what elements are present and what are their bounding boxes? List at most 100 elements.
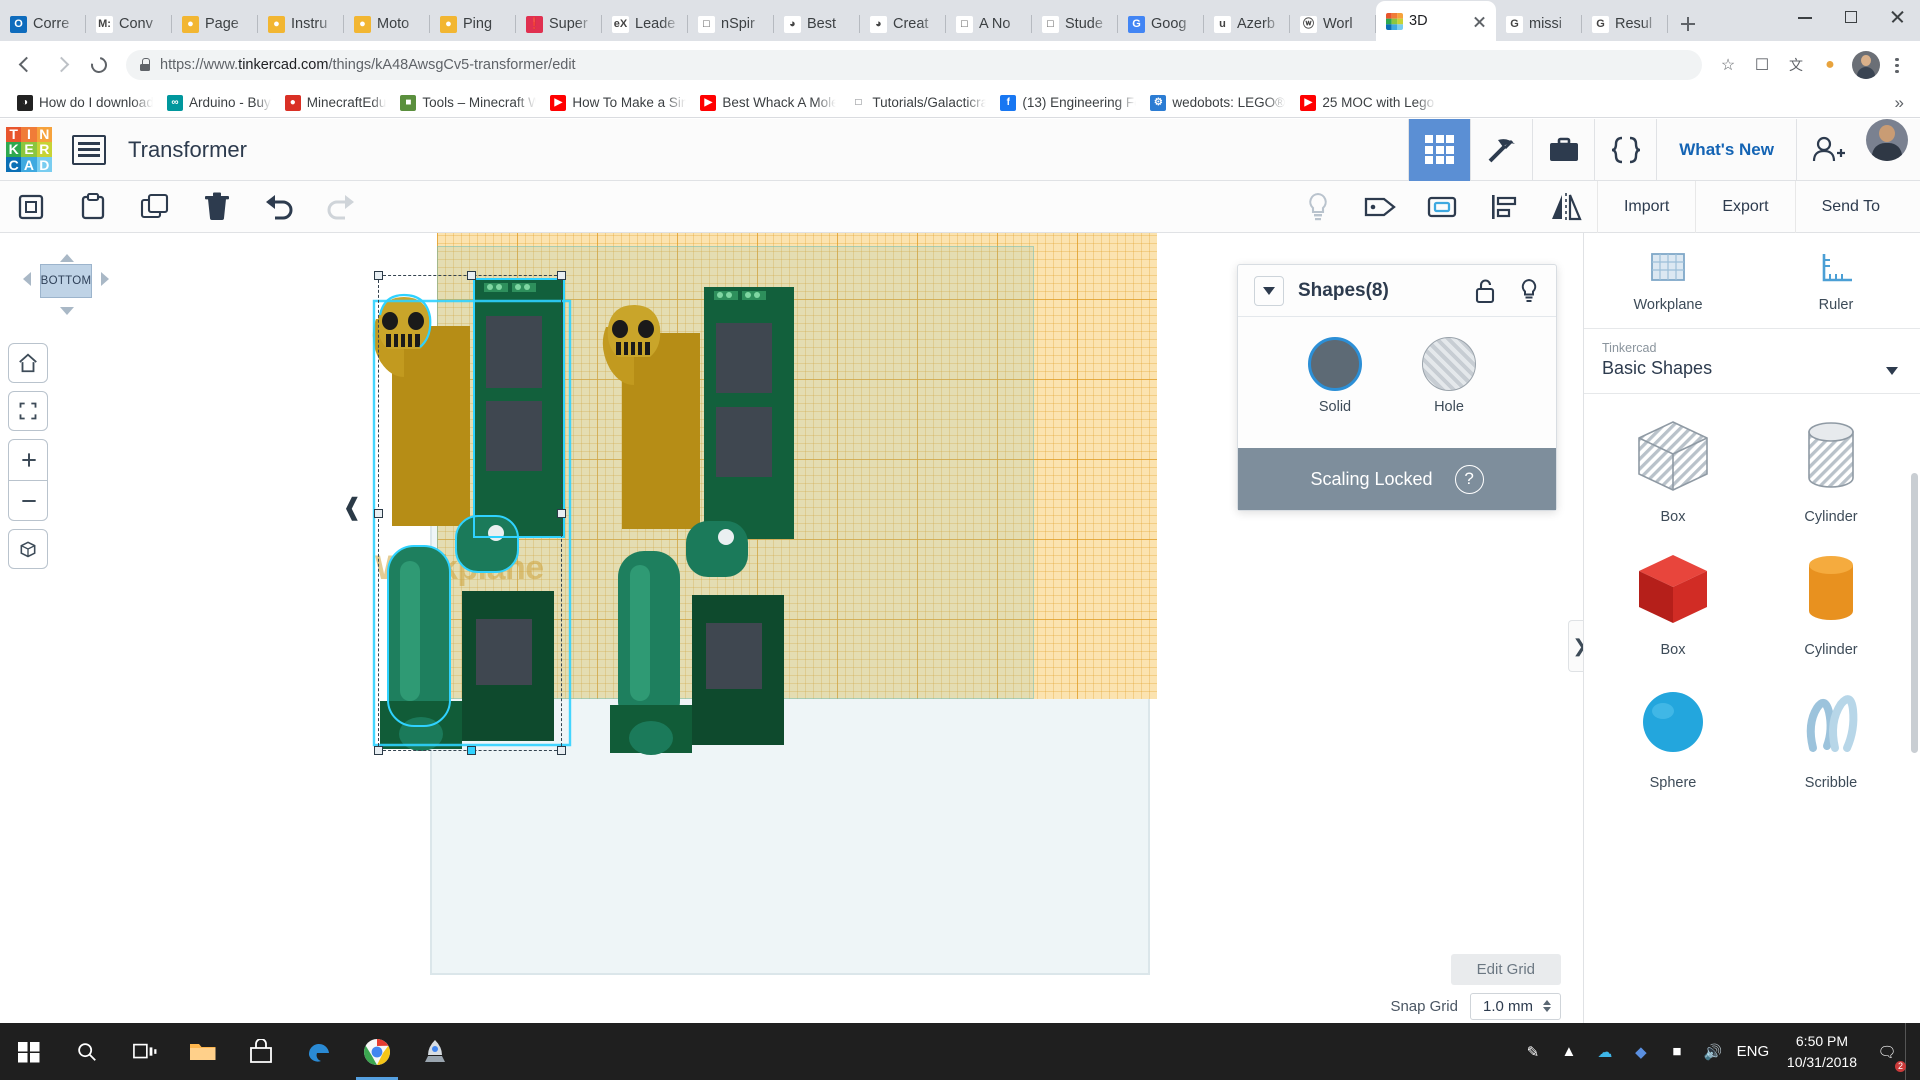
bookmark-item[interactable]: ◑ How do I download a bbox=[10, 93, 160, 113]
export-button[interactable]: Export bbox=[1695, 180, 1794, 233]
shape-library-item[interactable]: Sphere bbox=[1594, 678, 1752, 791]
browser-tab-active[interactable]: 3D bbox=[1376, 1, 1496, 41]
browser-tab[interactable]: ● Instru bbox=[258, 7, 344, 41]
browser-tab[interactable]: eX Leade bbox=[602, 7, 688, 41]
task-view-button[interactable] bbox=[116, 1023, 174, 1080]
resize-handle-ml[interactable] bbox=[374, 509, 383, 518]
help-icon[interactable]: ? bbox=[1454, 464, 1484, 494]
hole-option[interactable]: Hole bbox=[1422, 337, 1476, 415]
tinkercad-logo[interactable]: TINKERCAD bbox=[6, 126, 52, 173]
app-button[interactable] bbox=[406, 1023, 464, 1080]
resize-handle-tr[interactable] bbox=[557, 271, 566, 280]
back-button[interactable] bbox=[10, 48, 44, 82]
browser-tab[interactable]: ● Moto bbox=[344, 7, 430, 41]
browser-tab[interactable]: Gmissi bbox=[1496, 7, 1582, 41]
bookmark-item[interactable]: f (13) Engineering For bbox=[993, 93, 1143, 113]
sidebar-scrollbar[interactable] bbox=[1911, 473, 1918, 753]
ruler-tool[interactable]: Ruler bbox=[1752, 233, 1920, 328]
chevron-down-icon[interactable] bbox=[1886, 367, 1898, 375]
shape-library-item[interactable]: Box bbox=[1594, 545, 1752, 658]
store-button[interactable] bbox=[232, 1023, 290, 1080]
bookmark-item[interactable]: ■ Tools – Minecraft Wiki bbox=[393, 93, 543, 113]
undo-button[interactable] bbox=[248, 181, 310, 233]
start-button[interactable] bbox=[0, 1023, 58, 1080]
minimize-button[interactable] bbox=[1782, 0, 1828, 33]
resize-handle-mr[interactable] bbox=[557, 509, 566, 518]
redo-button[interactable] bbox=[310, 181, 372, 233]
send-to-button[interactable]: Send To bbox=[1794, 180, 1920, 233]
zoom-in-button[interactable] bbox=[9, 440, 47, 480]
bricks-view-button[interactable] bbox=[1470, 118, 1532, 181]
browser-tab[interactable]: ● Page bbox=[172, 7, 258, 41]
bookmarks-overflow-button[interactable]: » bbox=[1895, 93, 1910, 113]
cast-icon[interactable]: ☐ bbox=[1746, 49, 1778, 81]
edit-grid-button[interactable]: Edit Grid bbox=[1450, 953, 1561, 985]
ortho-perspective-button[interactable] bbox=[8, 529, 48, 569]
resize-handle-tc[interactable] bbox=[467, 271, 476, 280]
clock[interactable]: 6:50 PM 10/31/2018 bbox=[1775, 1031, 1869, 1072]
close-tab-button[interactable] bbox=[1471, 13, 1488, 30]
unlock-icon[interactable] bbox=[1474, 278, 1496, 304]
blocks-view-button[interactable] bbox=[1408, 118, 1471, 181]
stepper-up-icon[interactable] bbox=[1543, 1000, 1551, 1005]
shape-library-item[interactable]: Scribble bbox=[1752, 678, 1910, 791]
collapse-shapes-button[interactable] bbox=[1254, 275, 1284, 306]
resize-handle-bc[interactable] bbox=[467, 746, 476, 755]
delete-button[interactable] bbox=[186, 181, 248, 233]
rotate-handle-left[interactable]: ❰ bbox=[342, 496, 362, 520]
resize-handle-br[interactable] bbox=[557, 746, 566, 755]
shape-properties-panel[interactable]: Shapes(8) Solid Hole Scaling Locked ? bbox=[1237, 264, 1557, 511]
viewcube-arrow-left[interactable] bbox=[23, 272, 31, 286]
fit-all-button[interactable] bbox=[8, 391, 48, 431]
onedrive-icon[interactable]: ☁ bbox=[1587, 1023, 1623, 1080]
bookmark-item[interactable]: ∞ Arduino - Buy bbox=[160, 93, 278, 113]
maximize-button[interactable] bbox=[1828, 0, 1874, 33]
chevron-up-icon[interactable]: ▲ bbox=[1551, 1023, 1587, 1080]
language-indicator[interactable]: ENG bbox=[1731, 1023, 1775, 1080]
address-bar[interactable]: https://www.tinkercad.com/things/kA48Aws… bbox=[126, 49, 1702, 80]
browser-tab[interactable]: ● Ping bbox=[430, 7, 516, 41]
notifications-button[interactable]: 🗨 2 bbox=[1869, 1023, 1906, 1080]
workplane-area[interactable]: Workplane ❰ bbox=[342, 233, 1157, 979]
chrome-menu-button[interactable] bbox=[1882, 49, 1910, 81]
new-tab-button[interactable] bbox=[1671, 7, 1705, 41]
edge-button[interactable] bbox=[290, 1023, 348, 1080]
chrome-button[interactable] bbox=[348, 1023, 406, 1080]
resize-handle-tl[interactable] bbox=[374, 271, 383, 280]
browser-tab[interactable]: O Corre bbox=[0, 7, 86, 41]
extension-icon[interactable]: ● bbox=[1814, 49, 1846, 81]
shape-library-item[interactable]: Cylinder bbox=[1752, 545, 1910, 658]
workplane-tool[interactable]: Workplane bbox=[1584, 233, 1752, 328]
duplicate-button[interactable] bbox=[124, 181, 186, 233]
import-button[interactable]: Import bbox=[1596, 180, 1695, 233]
bookmark-item[interactable]: ▶ 25 MOC with Lego 4 bbox=[1293, 93, 1443, 113]
search-button[interactable] bbox=[58, 1023, 116, 1080]
viewcube-arrow-right[interactable] bbox=[101, 272, 109, 286]
minecraft-button[interactable] bbox=[1532, 118, 1594, 181]
close-window-button[interactable] bbox=[1874, 0, 1920, 33]
ungroup-button[interactable] bbox=[1411, 181, 1473, 233]
reload-button[interactable] bbox=[82, 48, 116, 82]
account-avatar[interactable] bbox=[1866, 118, 1908, 161]
speaker-icon[interactable]: 🔊 bbox=[1695, 1023, 1731, 1080]
browser-tab[interactable]: □ Stude bbox=[1032, 7, 1118, 41]
browser-tab[interactable]: G Goog bbox=[1118, 7, 1204, 41]
browser-tab[interactable]: ◕ Creat bbox=[860, 7, 946, 41]
home-view-button[interactable] bbox=[8, 343, 48, 383]
group-button[interactable] bbox=[1349, 181, 1411, 233]
browser-tab[interactable]: □ A No bbox=[946, 7, 1032, 41]
viewcube-arrow-up[interactable] bbox=[60, 254, 74, 262]
battery-icon[interactable]: ■ bbox=[1659, 1023, 1695, 1080]
browser-tab[interactable]: ⓦ Worl bbox=[1290, 7, 1376, 41]
forward-button[interactable] bbox=[46, 48, 80, 82]
viewcube-arrow-down[interactable] bbox=[60, 307, 74, 315]
resize-handle-bl[interactable] bbox=[374, 746, 383, 755]
bookmark-item[interactable]: ▶ Best Whack A Mole G bbox=[693, 93, 843, 113]
paste-button[interactable] bbox=[62, 181, 124, 233]
bookmark-item[interactable]: ⚙ wedobots: LEGO® W bbox=[1143, 93, 1293, 113]
browser-tab[interactable]: G Resul bbox=[1582, 7, 1668, 41]
browser-tab[interactable]: □ nSpir bbox=[688, 7, 774, 41]
browser-tab[interactable]: M: Conv bbox=[86, 7, 172, 41]
bulb-icon[interactable] bbox=[1518, 278, 1540, 304]
selection-bounding-box[interactable]: ❰ bbox=[342, 271, 566, 755]
